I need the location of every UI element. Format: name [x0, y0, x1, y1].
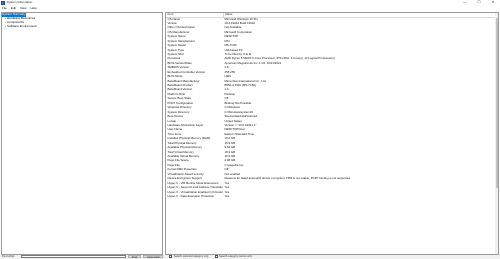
search-category-names-checkbox[interactable] [214, 255, 218, 259]
menu-help[interactable]: Help [28, 6, 38, 11]
row-item-cell: Hyper-V - Data Execution Protection [167, 194, 215, 198]
find-what-label: Find what: [2, 254, 15, 258]
tree-item-software-environment[interactable]: + Software Environment [2, 25, 162, 29]
search-selected-category-label: Search selected category only [173, 255, 209, 258]
search-selected-category-checkbox[interactable] [169, 255, 173, 259]
window-title: System Information [6, 0, 33, 5]
system-information-app-icon [1, 1, 5, 5]
find-what-input[interactable] [20, 255, 126, 259]
menu-edit[interactable]: Edit [9, 6, 18, 11]
category-tree[interactable]: System Summary + Hardware Resources + Co… [1, 11, 163, 255]
row-value-cell: Yes [224, 194, 230, 198]
menu-bar: File Edit View Help [0, 6, 500, 11]
vertical-scrollbar[interactable] [495, 12, 498, 254]
close-find-button[interactable]: Close Find [142, 255, 164, 259]
scrollbar-thumb[interactable] [495, 17, 498, 188]
find-button[interactable]: Find [127, 255, 141, 259]
menu-file[interactable]: File [0, 6, 9, 11]
menu-view[interactable]: View [18, 6, 28, 11]
table-row[interactable]: Hyper-V - Data Execution Protection Yes [166, 195, 498, 199]
search-category-names-label: Search category names only [219, 255, 252, 258]
details-table: Item Value OS Name Microsoft Windows 10 P… [166, 12, 498, 199]
details-list[interactable]: Item Value OS Name Microsoft Windows 10 P… [165, 11, 499, 255]
find-bar: Find what: Find Close Find Search select… [0, 254, 500, 259]
tree-item-label: Software Environment [7, 24, 37, 29]
